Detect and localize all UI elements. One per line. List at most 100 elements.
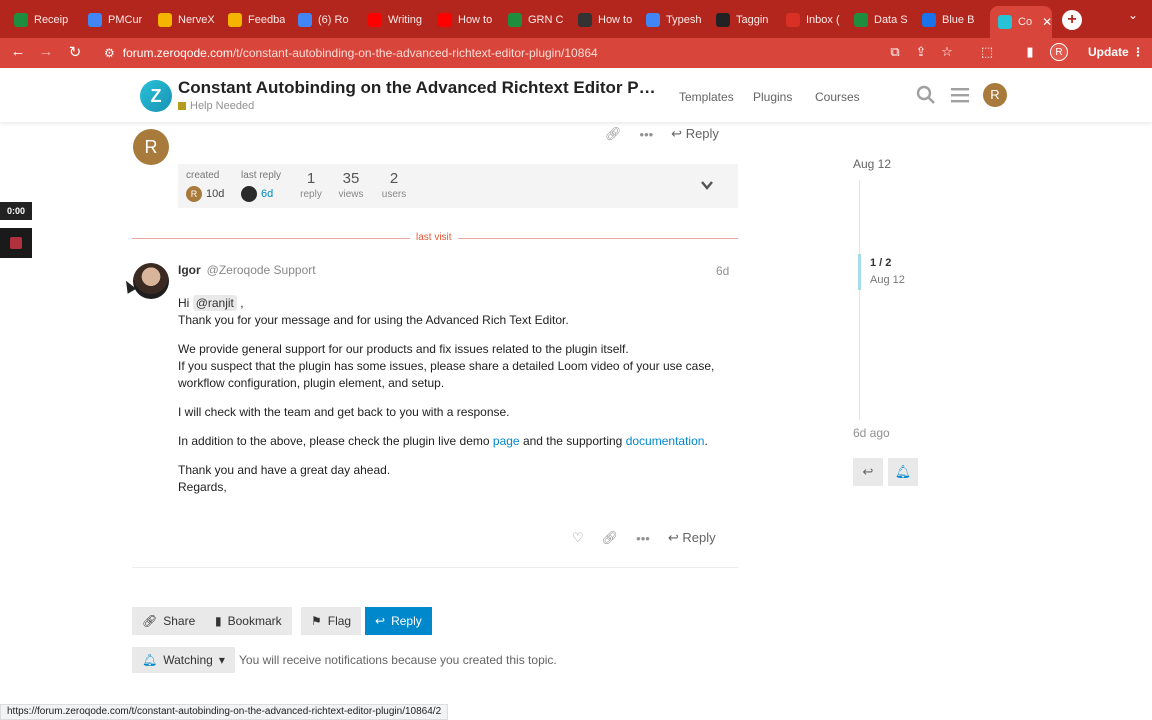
tab-favicon-icon: [786, 13, 800, 27]
tab-favicon-icon: [998, 15, 1012, 29]
browser-tab[interactable]: Blue B: [922, 8, 974, 32]
views-count: 35: [342, 170, 360, 187]
user-mention[interactable]: @ranjit: [192, 295, 237, 311]
last-replier-avatar[interactable]: [241, 186, 257, 202]
browser-tab[interactable]: NerveX: [158, 8, 215, 32]
map-users: 2 users: [379, 170, 409, 200]
copy-link-icon[interactable]: 🔗︎: [602, 530, 619, 546]
browser-tab[interactable]: Data S: [854, 8, 908, 32]
browser-tab[interactable]: GRN C: [508, 8, 563, 32]
reload-icon[interactable]: ↻: [65, 43, 85, 61]
site-settings-icon[interactable]: ⚙: [104, 46, 115, 60]
stop-recording-button[interactable]: [0, 228, 32, 258]
flag-icon: ⚑: [311, 614, 322, 628]
map-last-reply-value[interactable]: 6d: [261, 188, 273, 200]
browser-tab[interactable]: (6) Ro: [298, 8, 349, 32]
post-date[interactable]: 6d: [716, 264, 729, 278]
browser-profile-avatar[interactable]: R: [1050, 43, 1068, 61]
like-heart-icon[interactable]: ♡: [572, 530, 584, 546]
side-panel-icon[interactable]: ▮: [1021, 44, 1039, 60]
user-avatar[interactable]: R: [983, 83, 1007, 107]
browser-tab[interactable]: How to: [578, 8, 632, 32]
nav-courses[interactable]: Courses: [815, 90, 860, 104]
bookmark-icon: ▮: [215, 614, 222, 628]
search-icon[interactable]: [916, 85, 936, 110]
tab-favicon-icon: [578, 13, 592, 27]
browser-tab[interactable]: Taggin: [716, 8, 768, 32]
post-paragraph-3: I will check with the team and get back …: [178, 405, 510, 419]
topic-category[interactable]: Help Needed: [178, 100, 254, 112]
browser-tab[interactable]: Typesh: [646, 8, 701, 32]
author-name[interactable]: Igor: [178, 263, 201, 277]
browser-tab[interactable]: Inbox (: [786, 8, 840, 32]
watching-dropdown[interactable]: 🔔︎ Watching ▾: [132, 647, 235, 673]
tab-favicon-icon: [368, 13, 382, 27]
bookmark-button[interactable]: ▮ Bookmark: [205, 607, 292, 635]
extensions-icon[interactable]: ⬚: [978, 44, 996, 60]
timeline-position-date: Aug 12: [870, 274, 905, 286]
browser-tab[interactable]: Writing: [368, 8, 422, 32]
browser-tab-bar: Receip PMCur NerveX Feedba (6) Ro Writing How …: [0, 0, 1152, 38]
browser-tab[interactable]: How to: [438, 8, 492, 32]
post-line-4b: and the supporting: [522, 434, 623, 448]
tab-label: Writing: [388, 14, 423, 26]
tab-label: GRN C: [528, 14, 564, 26]
timeline-start-date[interactable]: Aug 12: [853, 157, 891, 171]
timeline-handle[interactable]: [858, 254, 861, 290]
documentation-link[interactable]: documentation: [626, 434, 705, 448]
tab-search-icon[interactable]: ⌄: [1128, 8, 1138, 22]
flag-button[interactable]: ⚑ Flag: [301, 607, 362, 635]
site-logo[interactable]: Z: [140, 80, 172, 112]
bookmark-label: Bookmark: [227, 614, 282, 628]
site-header: Z Constant Autobinding on the Advanced R…: [0, 68, 1152, 122]
demo-page-link[interactable]: page: [493, 434, 520, 448]
post-line-2a: We provide general support for our produ…: [178, 342, 629, 356]
map-created-label: created: [186, 170, 220, 181]
more-options-icon[interactable]: •••: [636, 531, 650, 546]
category-swatch: [178, 102, 186, 110]
url-field[interactable]: ⚙ forum.zeroqode.com/t/constant-autobind…: [104, 43, 964, 63]
bookmark-star-icon[interactable]: ☆: [938, 44, 956, 60]
timeline-rail[interactable]: [859, 180, 860, 420]
post-body: Hi @ranjit , Thank you for your message …: [178, 295, 738, 496]
hamburger-menu-icon[interactable]: [950, 85, 970, 110]
greeting-line: Hi @ranjit ,: [178, 295, 244, 311]
new-tab-button[interactable]: +: [1062, 10, 1082, 30]
tab-favicon-icon: [438, 13, 452, 27]
topic-title[interactable]: Constant Autobinding on the Advanced Ric…: [178, 78, 658, 98]
tab-label: Data S: [874, 14, 908, 26]
share-page-icon[interactable]: ⇪: [912, 44, 930, 60]
post-reply-button[interactable]: ↩ Reply: [668, 530, 716, 546]
reply-button[interactable]: ↩ Reply: [365, 607, 432, 635]
share-button[interactable]: 🔗︎ Share: [132, 607, 206, 635]
nav-plugins[interactable]: Plugins: [753, 90, 792, 104]
close-tab-icon[interactable]: ✕: [1042, 15, 1052, 29]
map-replies: 1 reply: [299, 170, 323, 200]
copy-link-icon[interactable]: 🔗︎: [605, 126, 622, 142]
watching-note: You will receive notifications because y…: [239, 653, 557, 667]
browser-tab[interactable]: Feedba: [228, 8, 285, 32]
back-icon[interactable]: ←: [8, 43, 28, 60]
update-label: Update: [1088, 45, 1129, 59]
author-avatar[interactable]: [133, 263, 169, 299]
browser-tab[interactable]: Co ✕: [990, 6, 1052, 38]
nav-templates[interactable]: Templates: [679, 90, 734, 104]
timeline-end-date[interactable]: 6d ago: [853, 426, 890, 440]
reply-label: Reply: [685, 126, 719, 141]
chevron-down-icon[interactable]: [700, 178, 714, 195]
forward-icon[interactable]: →: [36, 43, 56, 60]
creator-avatar[interactable]: R: [186, 186, 202, 202]
install-app-icon[interactable]: ⧉: [886, 44, 904, 60]
browser-tab[interactable]: PMCur: [88, 8, 142, 32]
timeline-bell-icon[interactable]: 🔔︎: [888, 458, 918, 486]
browser-update-button[interactable]: Update ⋮: [1080, 42, 1152, 62]
browser-tab[interactable]: Receip: [14, 8, 68, 32]
first-post-avatar[interactable]: R: [133, 129, 169, 165]
reply-label: Reply: [682, 530, 716, 545]
tab-label: How to: [598, 14, 633, 26]
first-post-reply-button[interactable]: ↩ Reply: [671, 126, 719, 142]
more-options-icon[interactable]: •••: [640, 127, 654, 142]
tab-favicon-icon: [854, 13, 868, 27]
timeline-reply-icon[interactable]: ↩: [853, 458, 883, 486]
post-author: Igor @Zeroqode Support: [178, 263, 316, 277]
